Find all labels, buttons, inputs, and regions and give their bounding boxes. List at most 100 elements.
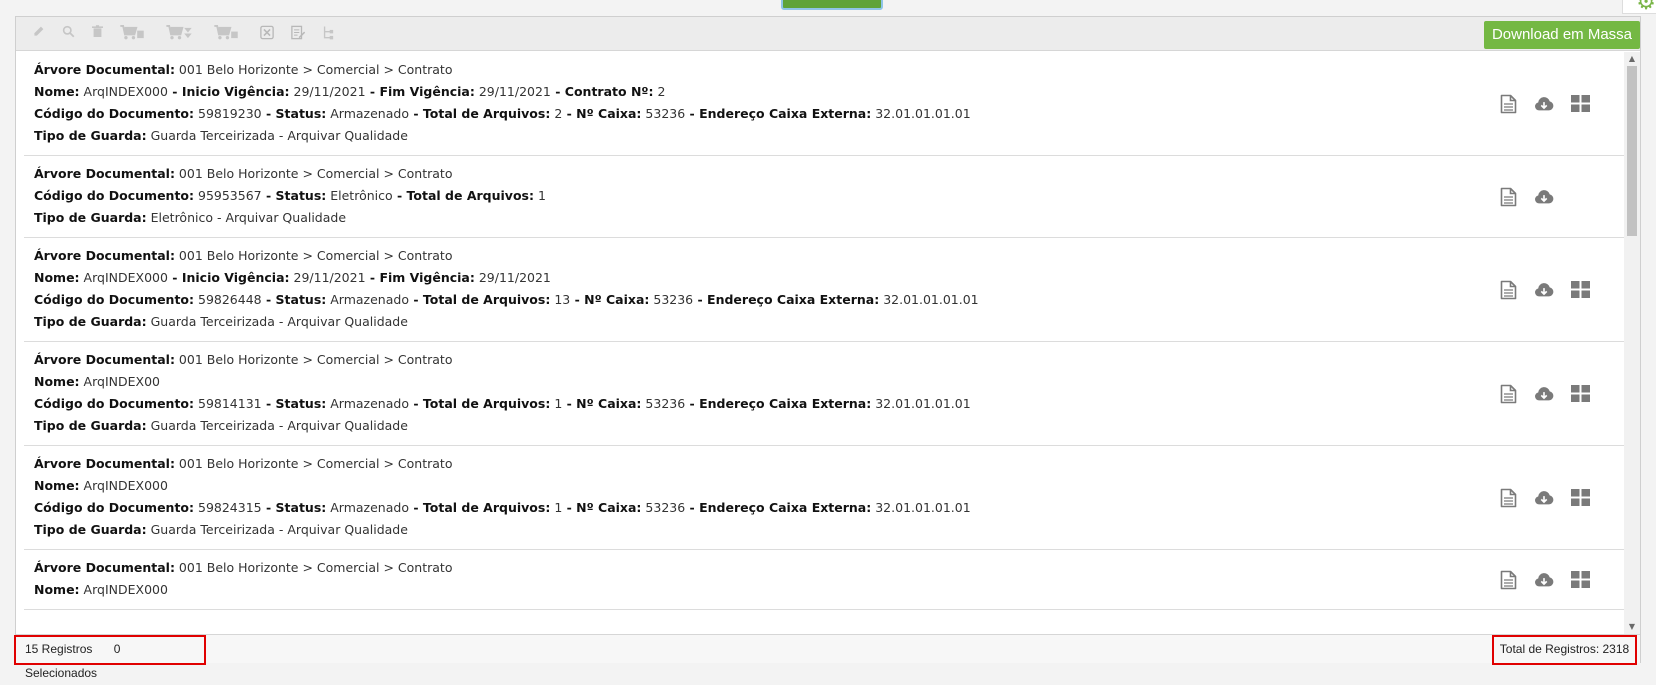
- field-separator: -: [408, 396, 423, 411]
- field-separator: -: [570, 292, 585, 307]
- excel-icon[interactable]: [260, 25, 274, 43]
- records-list[interactable]: Árvore Documental: 001 Belo Horizonte > …: [24, 52, 1624, 634]
- field-label: Árvore Documental:: [34, 456, 175, 471]
- field-label: Código do Documento:: [34, 396, 195, 411]
- field-value: Guarda Terceirizada - Arquivar Qualidade: [150, 418, 408, 433]
- field-value: 32.01.01.01.01: [875, 106, 971, 121]
- field-label: Nome:: [34, 84, 80, 99]
- field-value: 13: [554, 292, 571, 307]
- field-value: 29/11/2021: [293, 270, 366, 285]
- field-value: 95953567: [198, 188, 262, 203]
- document-icon[interactable]: [1498, 186, 1518, 208]
- vertical-scrollbar[interactable]: ▲ ▼: [1624, 52, 1640, 634]
- field-label: Tipo de Guarda:: [34, 128, 147, 143]
- grid-icon[interactable]: [1570, 279, 1590, 301]
- field-value: 59819230: [198, 106, 262, 121]
- grid-icon[interactable]: [1570, 383, 1590, 405]
- field-value: 001 Belo Horizonte > Comercial > Contrat…: [178, 166, 453, 181]
- field-value: 29/11/2021: [478, 270, 551, 285]
- field-label: Nome:: [34, 582, 80, 597]
- field-separator: -: [408, 106, 423, 121]
- scroll-up-arrow-icon[interactable]: ▲: [1624, 52, 1640, 66]
- field-value: 32.01.01.01.01: [875, 396, 971, 411]
- field-value: Armazenado: [330, 106, 409, 121]
- field-value: 001 Belo Horizonte > Comercial > Contrat…: [178, 62, 453, 77]
- cloud-download-icon[interactable]: [1534, 186, 1554, 208]
- cloud-download-icon[interactable]: [1534, 487, 1554, 509]
- document-icon[interactable]: [1498, 569, 1518, 591]
- document-icon[interactable]: [1498, 279, 1518, 301]
- document-icon[interactable]: [1498, 487, 1518, 509]
- field-label: Tipo de Guarda:: [34, 210, 147, 225]
- field-separator: -: [562, 396, 577, 411]
- grid-icon[interactable]: [1570, 93, 1590, 115]
- field-value: Armazenado: [330, 396, 409, 411]
- tree-icon[interactable]: [322, 25, 334, 43]
- record-line: Nome: ArqINDEX000: [34, 475, 1624, 497]
- cart-add-icon[interactable]: [120, 25, 145, 43]
- field-separator: -: [550, 84, 565, 99]
- field-separator: -: [261, 292, 276, 307]
- field-label: Código do Documento:: [34, 188, 195, 203]
- field-label: Tipo de Guarda:: [34, 522, 147, 537]
- record-line: Árvore Documental: 001 Belo Horizonte > …: [34, 453, 1624, 475]
- grid-icon[interactable]: [1570, 487, 1590, 509]
- document-record: Árvore Documental: 001 Belo Horizonte > …: [24, 550, 1624, 610]
- field-label: Nº Caixa:: [576, 500, 642, 515]
- record-line: Código do Documento: 59824315 - Status: …: [34, 497, 1624, 519]
- field-value: Eletrônico: [330, 188, 393, 203]
- record-actions: [1498, 383, 1606, 405]
- scroll-thumb[interactable]: [1627, 66, 1637, 236]
- document-icon[interactable]: [1498, 93, 1518, 115]
- cloud-download-icon[interactable]: [1534, 383, 1554, 405]
- cart-list-icon[interactable]: [214, 25, 239, 43]
- edit-document-icon[interactable]: [291, 25, 305, 43]
- field-value: Eletrônico - Arquivar Qualidade: [150, 210, 347, 225]
- document-icon[interactable]: [1498, 383, 1518, 405]
- record-actions: [1498, 569, 1606, 591]
- search-icon[interactable]: [62, 25, 75, 43]
- field-separator: -: [685, 396, 700, 411]
- cloud-download-icon[interactable]: [1534, 93, 1554, 115]
- cloud-download-icon[interactable]: [1534, 279, 1554, 301]
- field-value: ArqINDEX000: [83, 582, 168, 597]
- field-value: Armazenado: [330, 292, 409, 307]
- selection-summary: 15 Registros 0 Selecionados: [14, 635, 206, 680]
- toolbar-icons: [32, 25, 351, 43]
- field-separator: -: [392, 188, 407, 203]
- record-line: Tipo de Guarda: Guarda Terceirizada - Ar…: [34, 415, 1624, 437]
- record-line: Tipo de Guarda: Eletrônico - Arquivar Qu…: [34, 207, 1624, 229]
- download-mass-button[interactable]: Download em Massa: [1483, 21, 1640, 49]
- field-value: 29/11/2021: [293, 84, 366, 99]
- field-value: 59814131: [198, 396, 262, 411]
- scroll-down-arrow-icon[interactable]: ▼: [1624, 620, 1640, 634]
- top-green-button[interactable]: [781, 0, 883, 10]
- record-actions: [1498, 487, 1606, 509]
- field-label: Endereço Caixa Externa:: [707, 292, 880, 307]
- field-separator: -: [408, 500, 423, 515]
- total-records: Total de Registros: 2318: [1492, 635, 1637, 665]
- field-label: Inicio Vigência:: [181, 270, 290, 285]
- record-line: Tipo de Guarda: Guarda Terceirizada - Ar…: [34, 311, 1624, 333]
- field-label: Nº Caixa:: [584, 292, 650, 307]
- field-separator: -: [167, 270, 182, 285]
- field-value: 53236: [645, 106, 686, 121]
- field-value: 001 Belo Horizonte > Comercial > Contrat…: [178, 560, 453, 575]
- record-line: Nome: ArqINDEX000 - Inicio Vigência: 29/…: [34, 81, 1624, 103]
- field-label: Código do Documento:: [34, 106, 195, 121]
- record-actions: [1498, 186, 1570, 208]
- settings-gear-icon[interactable]: ⚙: [1622, 0, 1656, 14]
- field-separator: -: [167, 84, 182, 99]
- field-value: ArqINDEX000: [83, 478, 168, 493]
- cloud-download-icon[interactable]: [1534, 569, 1554, 591]
- record-line: Código do Documento: 59814131 - Status: …: [34, 393, 1624, 415]
- trash-icon[interactable]: [92, 25, 103, 43]
- field-value: ArqINDEX000: [83, 270, 168, 285]
- cart-remove-icon[interactable]: [166, 25, 193, 43]
- grid-icon[interactable]: [1570, 569, 1590, 591]
- field-label: Total de Arquivos:: [422, 396, 551, 411]
- field-label: Status:: [275, 396, 327, 411]
- field-value: ArqINDEX00: [83, 374, 160, 389]
- pencil-icon[interactable]: [32, 25, 45, 43]
- field-label: Endereço Caixa Externa:: [699, 500, 872, 515]
